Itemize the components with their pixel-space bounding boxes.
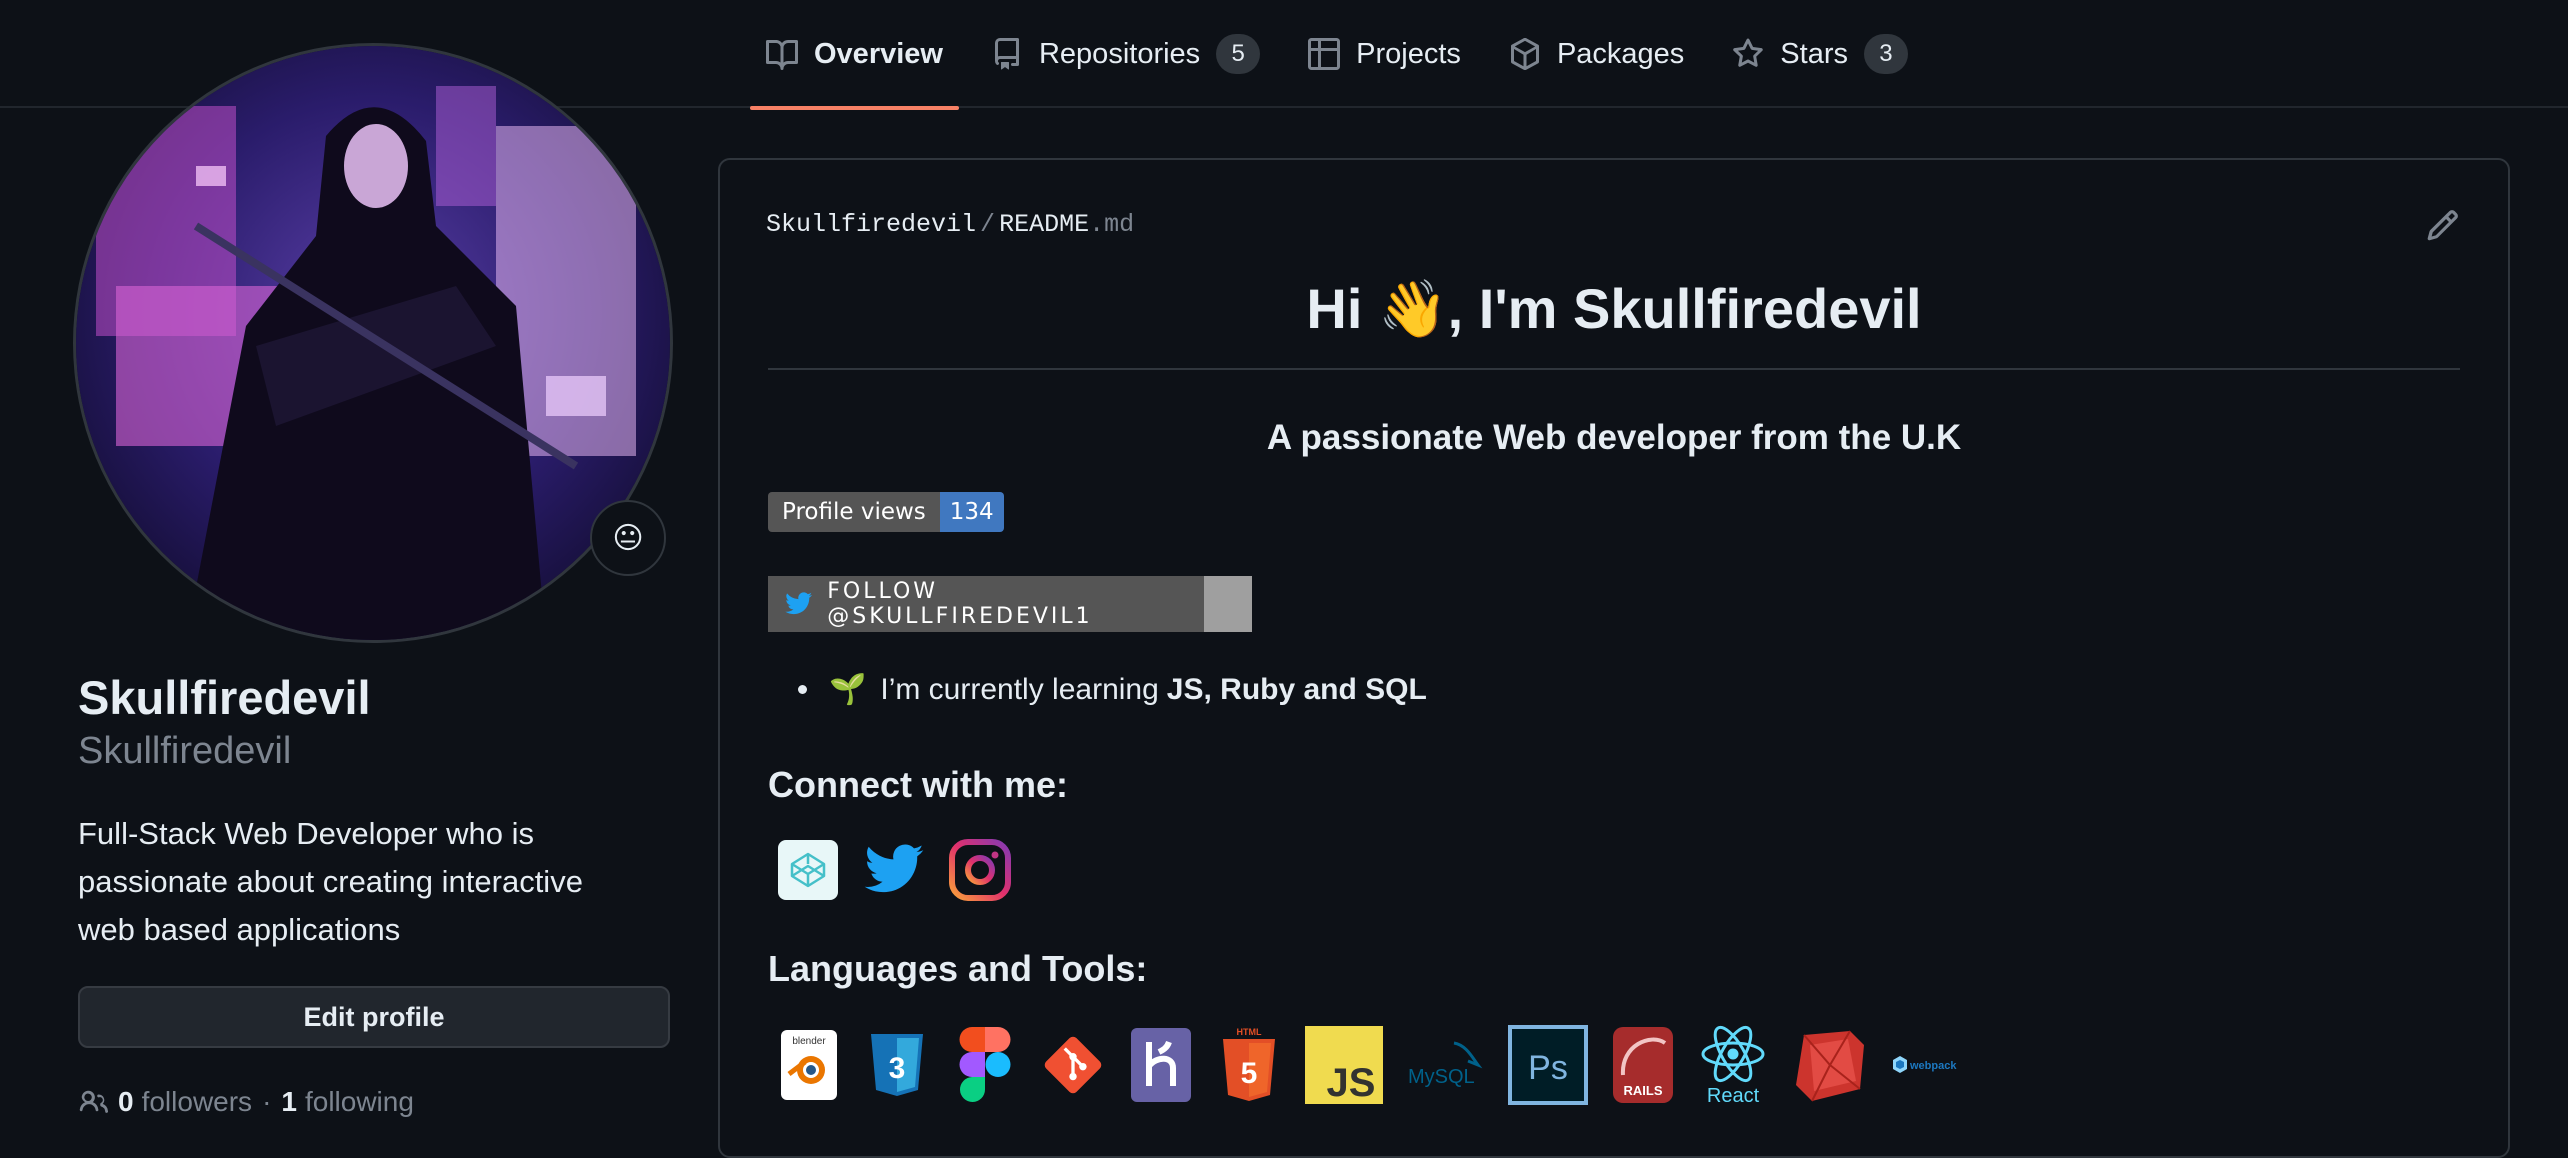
heroku-icon[interactable]	[1128, 1024, 1194, 1106]
star-icon	[1733, 38, 1764, 67]
followers-count: 0	[118, 1086, 134, 1117]
rails-icon[interactable]: RAILS	[1610, 1024, 1676, 1106]
rails-label: RAILS	[1624, 1083, 1663, 1098]
tab-stars-label: Stars	[1780, 37, 1848, 70]
repo-icon	[994, 38, 1019, 70]
table-icon	[1308, 38, 1341, 70]
following-link[interactable]: 1 following	[281, 1086, 414, 1118]
tools-list: blender 3 HTML 5 JS MySQL Ps RAILS React…	[776, 1024, 1994, 1106]
readme-owner-link[interactable]: Skullfiredevil	[766, 210, 976, 239]
tab-projects-label: Projects	[1356, 37, 1461, 70]
sprout-emoji: 🌱	[829, 673, 867, 706]
edit-profile-button[interactable]: Edit profile	[78, 986, 670, 1048]
pencil-icon[interactable]	[2426, 208, 2460, 242]
figma-icon[interactable]	[952, 1024, 1018, 1106]
blender-icon[interactable]: blender	[776, 1024, 842, 1106]
react-label: React	[1707, 1085, 1760, 1106]
html5-label: 5	[1241, 1057, 1258, 1090]
avatar-image	[76, 46, 670, 640]
tab-projects[interactable]: Projects	[1292, 0, 1477, 108]
repositories-count-badge: 5	[1216, 34, 1261, 74]
html5-icon[interactable]: HTML 5	[1216, 1024, 1282, 1106]
following-label: following	[304, 1086, 414, 1117]
avatar[interactable]	[76, 46, 670, 640]
webpack-icon[interactable]: webpack	[1892, 1024, 1972, 1106]
photoshop-icon[interactable]: Ps	[1508, 1024, 1588, 1106]
twitter-follow-badge[interactable]: FOLLOW @SKULLFIREDEVIL1	[768, 576, 1252, 632]
webpack-label: webpack	[1909, 1060, 1957, 1072]
codepen-icon[interactable]	[776, 838, 840, 902]
tab-packages[interactable]: Packages	[1493, 0, 1700, 108]
avatar-container: 😐	[76, 46, 670, 640]
profile-views-count: 134	[939, 492, 1004, 532]
tab-overview-label: Overview	[814, 37, 943, 70]
people-icon	[79, 1090, 108, 1113]
ruby-icon[interactable]	[1790, 1024, 1870, 1106]
twitter-icon[interactable]	[862, 838, 926, 902]
css3-label: 3	[889, 1052, 906, 1085]
profile-views-badge[interactable]: Profile views 134	[768, 492, 1004, 532]
twitter-follow-label-wrap: FOLLOW @SKULLFIREDEVIL1	[768, 576, 1204, 632]
bullet	[798, 685, 807, 694]
javascript-icon[interactable]: JS	[1304, 1024, 1384, 1106]
follow-stats: 0 followers · 1 following	[78, 1086, 414, 1118]
javascript-label: JS	[1327, 1061, 1376, 1104]
followers-label: followers	[141, 1086, 253, 1117]
css3-icon[interactable]: 3	[864, 1024, 930, 1106]
following-count: 1	[281, 1086, 297, 1117]
book-icon	[766, 39, 798, 70]
twitter-follow-label: FOLLOW @SKULLFIREDEVIL1	[827, 579, 1093, 629]
photoshop-label: Ps	[1528, 1049, 1568, 1087]
readme-subtitle: A passionate Web developer from the U.K	[1266, 418, 1962, 457]
readme-file-ext: .md	[1089, 210, 1135, 239]
twitter-follow-count	[1204, 576, 1252, 632]
learning-text: I’m currently learning	[880, 672, 1159, 706]
mysql-icon[interactable]: MySQL	[1406, 1024, 1486, 1106]
learning-list-item: 🌱 I’m currently learning JS, Ruby and SQ…	[798, 672, 1427, 707]
svg-text:MySQL: MySQL	[1408, 1066, 1475, 1088]
profile-full-name: Skullfiredevil	[78, 671, 371, 724]
profile-username: Skullfiredevil	[78, 730, 292, 772]
git-icon[interactable]	[1040, 1024, 1106, 1106]
tab-list: Overview Repositories 5 Projects Package…	[750, 0, 1940, 110]
tab-repositories[interactable]: Repositories 5	[975, 0, 1276, 108]
title-divider	[768, 368, 2460, 370]
svg-text:HTML: HTML	[1237, 1027, 1262, 1037]
react-icon[interactable]: React	[1698, 1024, 1768, 1106]
readme-file-link[interactable]: README	[999, 210, 1089, 239]
readme-title: Hi 👋, I'm Skullfiredevil	[1306, 277, 1922, 340]
path-separator: /	[980, 210, 996, 239]
package-icon	[1510, 38, 1539, 70]
profile-bio: Full-Stack Web Developer who is passiona…	[78, 816, 583, 947]
profile-views-label: Profile views	[768, 492, 940, 532]
blender-label: blender	[792, 1036, 826, 1047]
stars-count-badge: 3	[1863, 34, 1908, 74]
tab-stars[interactable]: Stars 3	[1716, 0, 1924, 108]
mysql-label: MySQL	[1408, 1066, 1475, 1088]
tools-heading: Languages and Tools:	[768, 948, 1148, 989]
learning-bold: JS, Ruby and SQL	[1166, 672, 1427, 706]
tab-packages-label: Packages	[1556, 37, 1685, 70]
status-emoji-button[interactable]: 😐	[590, 500, 666, 576]
follow-separator: ·	[262, 1086, 272, 1117]
tab-overview[interactable]: Overview	[750, 0, 959, 110]
tab-repositories-label: Repositories	[1038, 37, 1201, 70]
readme-file-path: Skullfiredevil / README.md	[766, 210, 1134, 239]
followers-link[interactable]: 0 followers	[118, 1086, 252, 1118]
twitter-icon	[785, 592, 813, 615]
social-links	[776, 838, 1034, 902]
instagram-icon[interactable]	[948, 838, 1012, 902]
connect-heading: Connect with me:	[768, 764, 1069, 805]
